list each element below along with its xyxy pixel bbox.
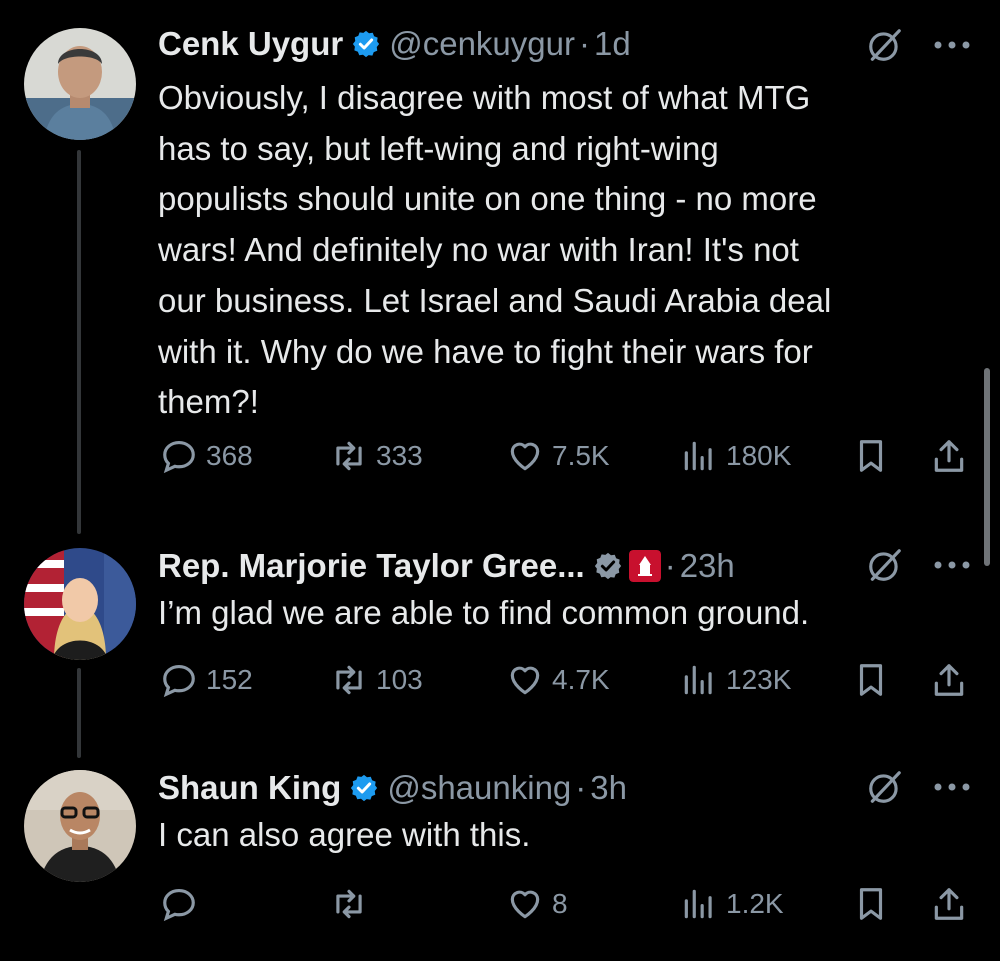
avatar[interactable] <box>24 548 136 660</box>
verified-badge-icon[interactable] <box>349 773 379 803</box>
like-count: 8 <box>552 888 568 919</box>
reply-icon <box>163 664 195 698</box>
bookmark-button[interactable] <box>852 661 890 699</box>
like-button[interactable]: 8 <box>506 885 568 923</box>
separator-dot: · <box>664 547 676 584</box>
scrollbar[interactable] <box>984 368 990 566</box>
like-icon <box>510 890 540 919</box>
tweet[interactable]: Cenk Uygur @cenkuygur · 1d Obviously, I … <box>0 0 1000 500</box>
repost-icon <box>336 889 362 919</box>
share-icon <box>934 888 964 920</box>
views-icon <box>684 665 712 695</box>
like-icon <box>510 442 540 471</box>
share-button[interactable] <box>930 661 968 699</box>
repost-count: 103 <box>376 664 423 695</box>
grok-icon[interactable] <box>866 768 904 806</box>
more-icon[interactable] <box>932 781 972 793</box>
bookmark-button[interactable] <box>852 437 890 475</box>
separator-dot: · <box>575 769 587 806</box>
like-count: 4.7K <box>552 664 610 695</box>
repost-button[interactable] <box>330 885 376 923</box>
share-icon <box>934 664 964 696</box>
avatar-image <box>24 770 136 882</box>
like-button[interactable]: 4.7K <box>506 661 610 699</box>
views-button[interactable]: 123K <box>680 661 791 699</box>
tweet-text: I can also agree with this. <box>158 816 531 853</box>
share-button[interactable] <box>930 437 968 475</box>
handle[interactable]: @shaunking <box>387 769 571 807</box>
repost-button[interactable]: 103 <box>330 661 423 699</box>
verified-badge-icon[interactable] <box>351 29 381 59</box>
timestamp[interactable]: 3h <box>590 769 627 807</box>
repost-icon <box>336 441 362 471</box>
repost-button[interactable]: 333 <box>330 437 423 475</box>
action-bar: 152 103 4.7K 123K <box>0 661 1000 705</box>
tweet-text: I’m glad we are able to find common grou… <box>158 594 810 631</box>
display-name[interactable]: Shaun King <box>158 769 341 807</box>
views-count: 123K <box>726 664 792 695</box>
conversation-thread: Cenk Uygur @cenkuygur · 1d Obviously, I … <box>0 0 1000 961</box>
more-icon[interactable] <box>932 39 972 51</box>
share-button[interactable] <box>930 885 968 923</box>
tweet-text: Obviously, I disagree with most of what … <box>158 79 832 421</box>
avatar-image <box>24 548 136 660</box>
reply-count: 152 <box>206 664 253 695</box>
repost-count: 333 <box>376 440 423 471</box>
handle[interactable]: @cenkuygur <box>389 25 575 63</box>
reply-icon <box>163 440 195 474</box>
bookmark-icon <box>859 664 883 696</box>
action-bar: 368 333 7.5K 180K <box>0 437 1000 481</box>
verified-badge-icon[interactable] <box>593 551 623 581</box>
reply-button[interactable]: 368 <box>160 437 253 475</box>
action-bar: 8 1.2K <box>0 885 1000 929</box>
bookmark-button[interactable] <box>852 885 890 923</box>
display-name[interactable]: Cenk Uygur <box>158 25 343 63</box>
reply-button[interactable] <box>160 885 206 923</box>
reply-button[interactable]: 152 <box>160 661 253 699</box>
bookmark-icon <box>859 888 883 920</box>
like-button[interactable]: 7.5K <box>506 437 610 475</box>
like-icon <box>510 666 540 695</box>
views-button[interactable]: 1.2K <box>680 885 784 923</box>
separator-dot: · <box>578 25 590 62</box>
avatar-image <box>24 28 136 140</box>
views-button[interactable]: 180K <box>680 437 791 475</box>
display-name[interactable]: Rep. Marjorie Taylor Gree... <box>158 547 585 585</box>
house-gop-badge[interactable] <box>628 550 661 582</box>
bookmark-icon <box>859 440 883 472</box>
timestamp[interactable]: 23h <box>680 547 735 585</box>
reply-count: 368 <box>206 440 253 471</box>
reply-icon <box>163 888 195 922</box>
like-count: 7.5K <box>552 440 610 471</box>
repost-icon <box>336 665 362 695</box>
avatar[interactable] <box>24 28 136 140</box>
grok-icon[interactable] <box>866 546 904 584</box>
views-icon <box>684 889 712 919</box>
more-icon[interactable] <box>932 559 972 571</box>
share-icon <box>934 440 964 472</box>
views-icon <box>684 441 712 471</box>
timestamp[interactable]: 1d <box>594 25 631 63</box>
grok-icon[interactable] <box>866 26 904 64</box>
views-count: 1.2K <box>726 888 784 919</box>
views-count: 180K <box>726 440 792 471</box>
avatar[interactable] <box>24 770 136 882</box>
